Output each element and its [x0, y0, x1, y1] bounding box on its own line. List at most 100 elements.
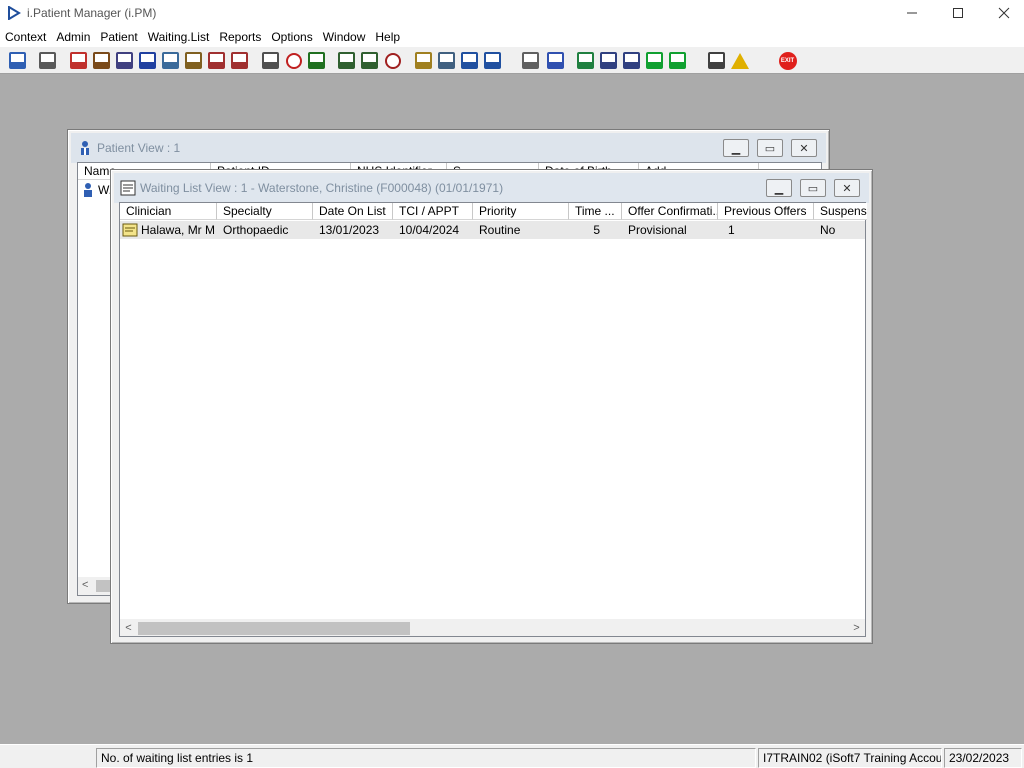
cell-suspension: No — [820, 223, 836, 237]
page-button[interactable] — [520, 50, 541, 71]
folder-edit-button[interactable] — [91, 50, 112, 71]
cell-clinician: Halawa, Mr M — [120, 221, 217, 239]
check-list-button[interactable] — [598, 50, 619, 71]
person-id-icon — [162, 52, 179, 69]
transport-button[interactable] — [229, 50, 250, 71]
disc-button[interactable] — [382, 50, 403, 71]
check-doc-button[interactable] — [621, 50, 642, 71]
column-header-specialty[interactable]: Specialty — [217, 203, 313, 220]
scroll-left-icon[interactable]: < — [120, 619, 137, 636]
clock-icon — [285, 52, 302, 69]
screen-icon — [308, 52, 325, 69]
ambulance-icon — [208, 52, 225, 69]
patient-icon — [84, 183, 92, 197]
book-button[interactable] — [68, 50, 89, 71]
patient-view-title: Patient View : 1 — [97, 141, 181, 155]
edit-doc-button[interactable] — [183, 50, 204, 71]
menu-help[interactable]: Help — [370, 27, 405, 47]
scroll-right-icon[interactable]: > — [848, 619, 865, 636]
edit-doc-icon — [185, 52, 202, 69]
warning-button[interactable] — [729, 50, 750, 71]
transport-icon — [231, 52, 248, 69]
patient-icon — [9, 52, 26, 69]
m-button[interactable] — [137, 50, 158, 71]
status-bar: No. of waiting list entries is 1 I7TRAIN… — [0, 744, 1024, 768]
column-header-time[interactable]: Time ... — [569, 203, 622, 220]
cell-date-on-list: 13/01/2023 — [319, 223, 380, 237]
waiting-list-icon — [120, 180, 136, 196]
maximize-button[interactable] — [935, 0, 981, 26]
form-button[interactable] — [114, 50, 135, 71]
clock-button[interactable] — [283, 50, 304, 71]
globe-button[interactable] — [575, 50, 596, 71]
close-button[interactable] — [981, 0, 1024, 26]
search-doc-button[interactable] — [260, 50, 281, 71]
waiting-list-button[interactable] — [413, 50, 434, 71]
menu-admin[interactable]: Admin — [51, 27, 95, 47]
screen-button[interactable] — [306, 50, 327, 71]
patient-button[interactable] — [7, 50, 28, 71]
waiting-list-hscroll[interactable]: < > — [120, 619, 865, 636]
cell-previous-offers: 1 — [728, 223, 735, 237]
column-header-suspension[interactable]: Suspensi — [814, 203, 867, 220]
cell-offer-confirmation: Provisional — [628, 223, 687, 237]
list-edit-button[interactable] — [359, 50, 380, 71]
list-button[interactable] — [336, 50, 357, 71]
patient-view-close-button[interactable]: ✕ — [791, 139, 817, 157]
green-arrow-button[interactable] — [644, 50, 665, 71]
table-row[interactable]: Halawa, Mr M Orthopaedic 13/01/2023 10/0… — [120, 221, 865, 239]
printer-button[interactable] — [37, 50, 58, 71]
bar-chart-button[interactable] — [545, 50, 566, 71]
swap-button[interactable] — [706, 50, 727, 71]
column-header-clinician[interactable]: Clinician — [120, 203, 217, 220]
menu-window[interactable]: Window — [318, 27, 371, 47]
menu-reports[interactable]: Reports — [214, 27, 266, 47]
exit-icon: EXIT — [778, 51, 797, 70]
waiting-list-header: Clinician Specialty Date On List TCI / A… — [120, 203, 867, 220]
patient-list-hscroll[interactable]: < — [78, 577, 111, 595]
column-header-offer-confirmation[interactable]: Offer Confirmati... — [622, 203, 718, 220]
column-header-date-on-list[interactable]: Date On List — [313, 203, 393, 220]
column-header-tci-appt[interactable]: TCI / APPT — [393, 203, 473, 220]
book-icon — [70, 52, 87, 69]
list-icon — [338, 52, 355, 69]
bed-icon — [461, 52, 478, 69]
check-doc-icon — [623, 52, 640, 69]
warning-icon — [730, 52, 749, 69]
disc-icon — [384, 52, 401, 69]
image-button[interactable] — [436, 50, 457, 71]
page-icon — [522, 52, 539, 69]
green-check-button[interactable] — [667, 50, 688, 71]
patient-view-restore-button[interactable]: ▭ — [757, 139, 783, 157]
menu-patient[interactable]: Patient — [95, 27, 142, 47]
form-icon — [116, 52, 133, 69]
menu-waiting-list[interactable]: Waiting.List — [143, 27, 215, 47]
scrollbar-thumb[interactable] — [138, 622, 410, 635]
menu-options[interactable]: Options — [266, 27, 317, 47]
scrollbar-thumb[interactable] — [96, 580, 111, 592]
referral-button[interactable] — [482, 50, 503, 71]
cell-tci-appt: 10/04/2024 — [399, 223, 460, 237]
patient-view-title-bar[interactable]: Patient View : 1 ▁ ▭ ✕ — [71, 133, 826, 163]
waiting-list-icon — [415, 52, 432, 69]
waiting-list-restore-button[interactable]: ▭ — [800, 179, 826, 197]
scroll-left-icon[interactable]: < — [82, 579, 88, 591]
person-id-button[interactable] — [160, 50, 181, 71]
minimize-button[interactable] — [889, 0, 935, 26]
waiting-list-view-title-bar[interactable]: Waiting List View : 1 - Waterstone, Chri… — [114, 173, 869, 203]
column-header-priority[interactable]: Priority — [473, 203, 569, 220]
toolbar: EXIT — [0, 47, 1024, 74]
cell-specialty: Orthopaedic — [223, 223, 289, 237]
waiting-list-close-button[interactable]: ✕ — [834, 179, 860, 197]
ambulance-button[interactable] — [206, 50, 227, 71]
folder-edit-icon — [93, 52, 110, 69]
patient-view-minimize-button[interactable]: ▁ — [723, 139, 749, 157]
app-title-bar: i.Patient Manager (i.PM) — [0, 0, 1024, 26]
exit-button[interactable]: EXIT — [777, 50, 798, 71]
menu-context[interactable]: Context — [0, 27, 51, 47]
bed-button[interactable] — [459, 50, 480, 71]
patient-icon — [77, 140, 93, 156]
list-edit-icon — [361, 52, 378, 69]
column-header-previous-offers[interactable]: Previous Offers — [718, 203, 814, 220]
waiting-list-minimize-button[interactable]: ▁ — [766, 179, 792, 197]
